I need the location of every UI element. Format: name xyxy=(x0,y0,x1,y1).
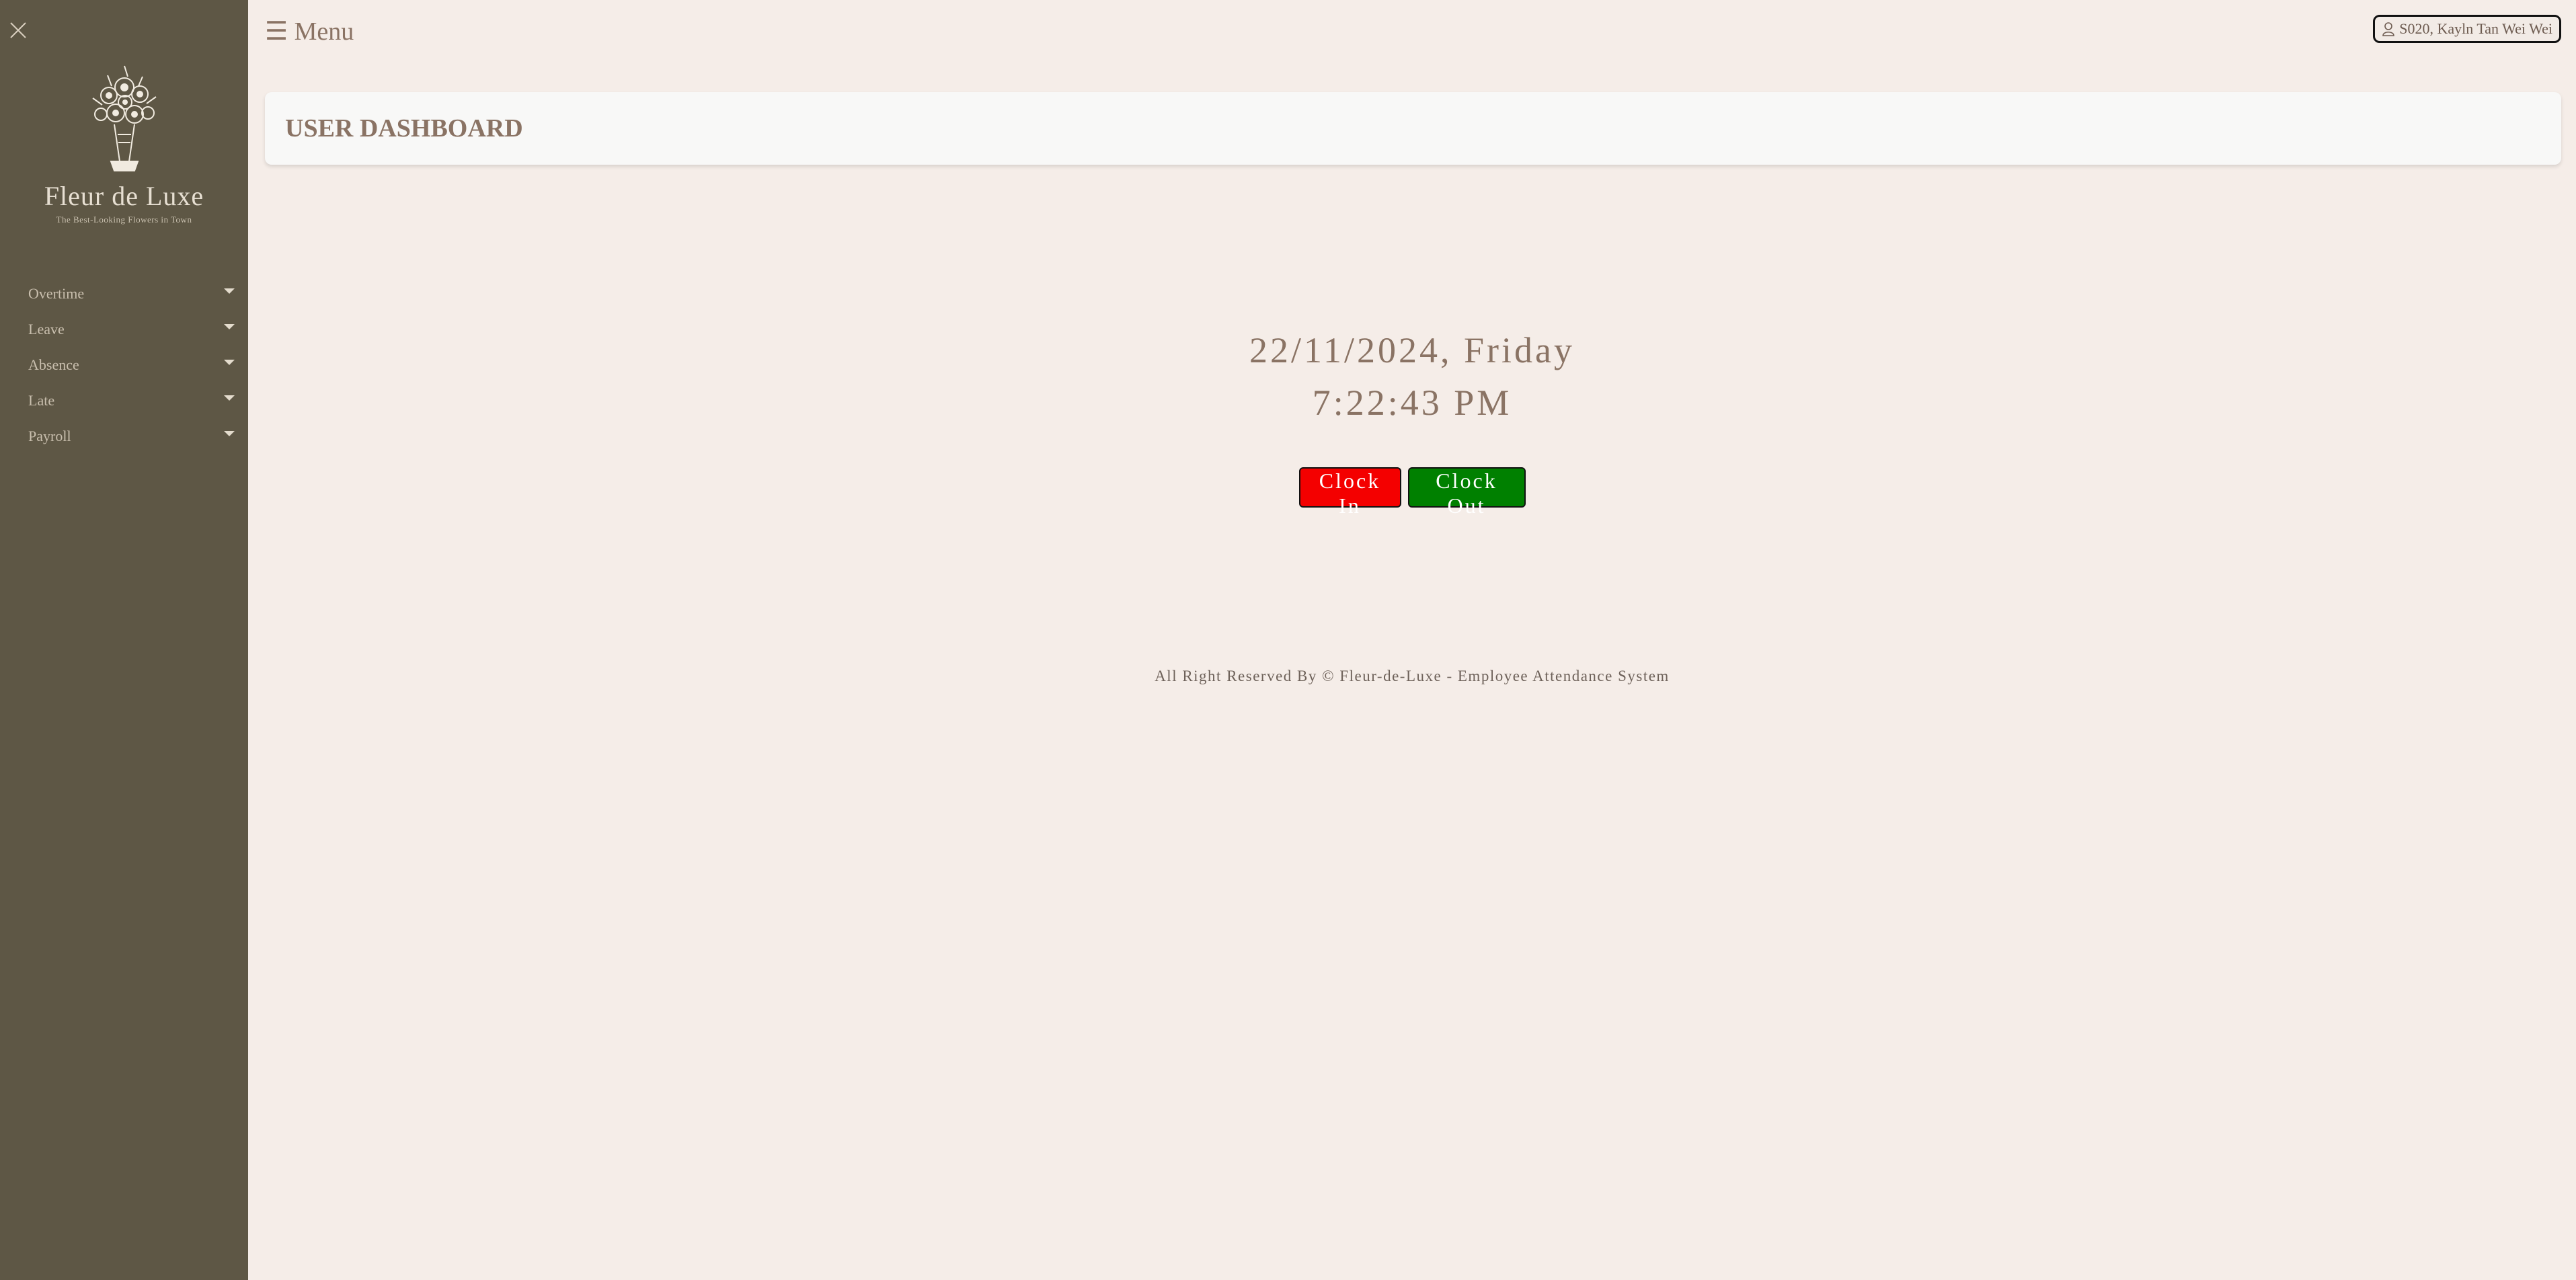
user-label: S020, Kayln Tan Wei Wei xyxy=(2399,20,2552,37)
sidebar-nav: Overtime Leave Absence Late Payroll xyxy=(0,276,248,454)
user-icon xyxy=(2382,22,2395,36)
clock-in-button[interactable]: Clock In xyxy=(1298,467,1401,518)
sidebar-item-absence[interactable]: Absence xyxy=(0,347,248,383)
sidebar: Fleur de Luxe The Best-Looking Flowers i… xyxy=(0,0,248,1280)
clock-buttons: Clock In Clock Out xyxy=(248,467,2576,518)
current-time: 7:22:43 PM xyxy=(1312,383,1512,423)
menu-toggle-button[interactable]: ☰ Menu xyxy=(265,16,354,46)
caret-down-icon xyxy=(224,395,235,401)
footer-text: All Right Reserved By © Fleur-de-Luxe - … xyxy=(1155,668,1670,684)
app-root: Fleur de Luxe The Best-Looking Flowers i… xyxy=(0,0,2576,1280)
datetime-display: 22/11/2024, Friday 7:22:43 PM xyxy=(248,324,2576,429)
close-sidebar-button[interactable] xyxy=(8,20,28,40)
current-date: 22/11/2024, Friday xyxy=(1249,330,1575,370)
clock-out-button[interactable]: Clock Out xyxy=(1407,467,1526,518)
sidebar-item-overtime[interactable]: Overtime xyxy=(0,276,248,311)
caret-down-icon xyxy=(224,323,235,329)
sidebar-item-label: Leave xyxy=(28,320,65,337)
sidebar-item-label: Late xyxy=(28,391,55,409)
menu-label: ☰ Menu xyxy=(265,17,354,46)
sidebar-item-label: Payroll xyxy=(28,427,71,444)
page-title: USER DASHBOARD xyxy=(285,114,523,143)
sidebar-item-label: Absence xyxy=(28,356,79,373)
user-profile-button[interactable]: S020, Kayln Tan Wei Wei xyxy=(2373,15,2561,43)
brand-name: Fleur de Luxe xyxy=(44,181,204,211)
brand-logo: Fleur de Luxe The Best-Looking Flowers i… xyxy=(0,61,248,225)
bouquet-icon xyxy=(91,65,157,171)
brand-tagline: The Best-Looking Flowers in Town xyxy=(56,214,192,225)
close-icon xyxy=(10,22,26,38)
page-header: USER DASHBOARD xyxy=(265,92,2561,165)
caret-down-icon xyxy=(224,430,235,436)
sidebar-item-payroll[interactable]: Payroll xyxy=(0,418,248,454)
sidebar-item-leave[interactable]: Leave xyxy=(0,311,248,347)
caret-down-icon xyxy=(224,359,235,365)
caret-down-icon xyxy=(224,288,235,294)
sidebar-item-late[interactable]: Late xyxy=(0,383,248,418)
sidebar-item-label: Overtime xyxy=(28,284,85,302)
